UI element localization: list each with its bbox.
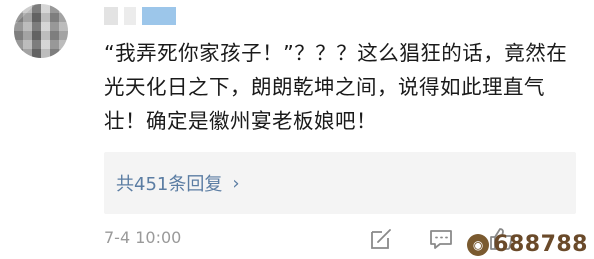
comment-text: “我弄死你家孩子！”？？？这么猖狂的话，竟然在光天化日之下，朗朗乾坤之间，说得如…: [104, 41, 568, 133]
chevron-right-icon: ›: [232, 172, 240, 194]
replies-count-label: 共451条回复: [116, 174, 223, 195]
watermark-logo-icon: ◉: [467, 233, 490, 256]
replies-box[interactable]: 共451条回复 ›: [104, 152, 576, 214]
username-blur-block: [124, 7, 136, 25]
username-blur-block: [142, 7, 176, 25]
comment-icon[interactable]: [428, 226, 454, 252]
watermark: ◉ 688788: [467, 232, 588, 257]
username-blur-block: [104, 7, 118, 25]
watermark-text: 688788: [493, 232, 588, 257]
post-time: 7-4 10:00: [104, 228, 182, 247]
username-blurred[interactable]: [104, 6, 176, 26]
avatar[interactable]: [14, 4, 68, 58]
view-replies-link[interactable]: 共451条回复 ›: [116, 170, 240, 196]
share-edit-icon[interactable]: [368, 226, 394, 252]
